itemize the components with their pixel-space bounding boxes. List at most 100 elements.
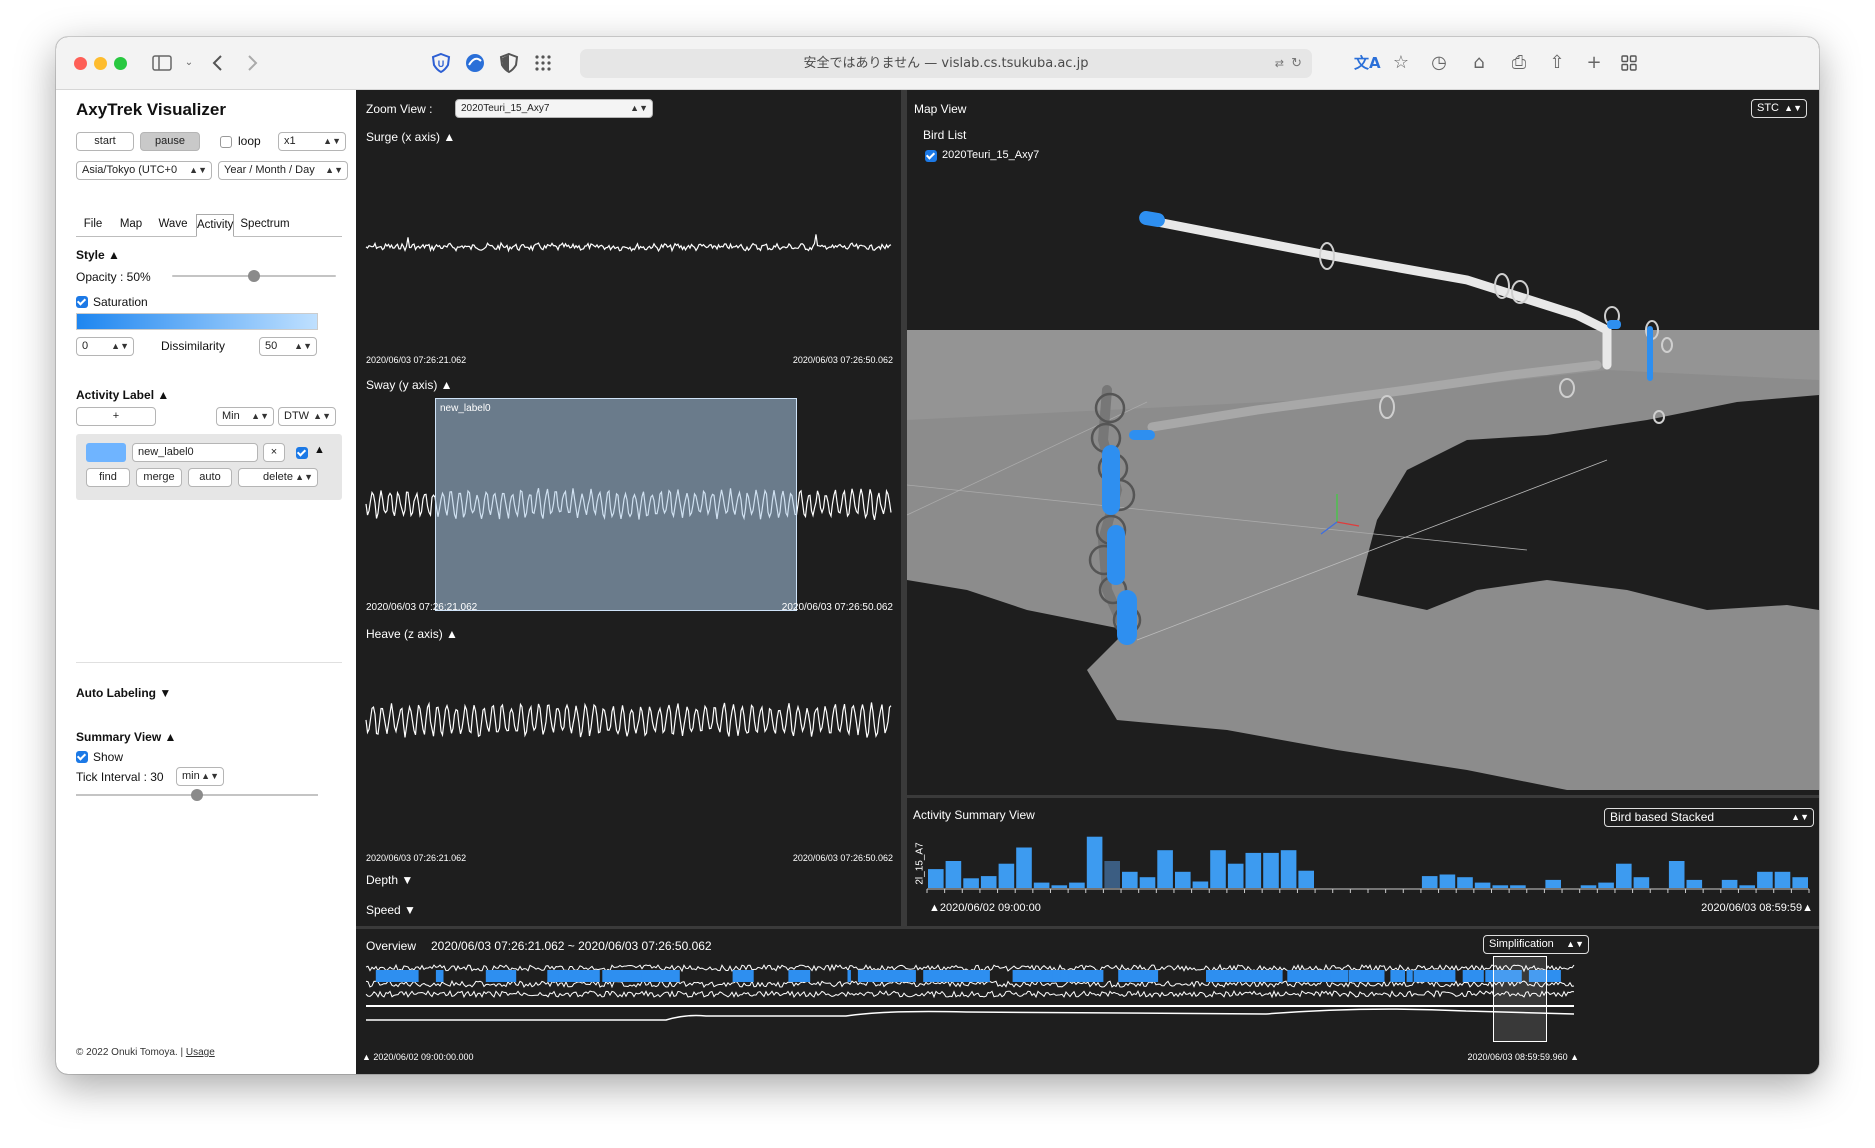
tab-wave[interactable]: Wave xyxy=(152,214,194,237)
summary-bar[interactable] xyxy=(1227,863,1244,888)
dissimilarity-max-input[interactable]: 50 ▲▼ xyxy=(259,337,317,356)
label-name-input[interactable]: new_label0 xyxy=(132,443,258,462)
summary-bar[interactable] xyxy=(1421,876,1438,888)
summary-mode-select[interactable]: Bird based Stacked ▲▼ xyxy=(1604,808,1814,827)
summary-bar[interactable] xyxy=(1069,882,1085,888)
summary-bar[interactable] xyxy=(928,869,944,888)
overview-activity-segment[interactable] xyxy=(604,970,646,982)
overview-activity-segment[interactable] xyxy=(732,970,754,982)
dissimilarity-min-input[interactable]: 0 ▲▼ xyxy=(76,337,134,356)
address-bar[interactable]: 安全ではありません — vislab.cs.tsukuba.ac.jp ⇄ ↻ xyxy=(580,49,1312,78)
tick-interval-slider-knob[interactable] xyxy=(191,789,203,801)
add-label-button[interactable]: + xyxy=(76,407,156,426)
print-icon[interactable]: ⎙ xyxy=(1508,51,1530,75)
summary-bar[interactable] xyxy=(1474,882,1491,888)
auto-button[interactable]: auto xyxy=(188,468,232,487)
overview-activity-segment[interactable] xyxy=(1068,970,1075,982)
summary-bar[interactable] xyxy=(1668,861,1685,888)
date-format-select[interactable]: Year / Month / Day ▲▼ xyxy=(218,161,348,180)
summary-bar[interactable] xyxy=(1192,881,1209,889)
style-heading[interactable]: Style ▲ xyxy=(76,248,120,262)
find-button[interactable]: find xyxy=(86,468,130,487)
summary-bar-chart[interactable] xyxy=(926,832,1810,893)
surge-title[interactable]: Surge (x axis) ▲ xyxy=(366,130,455,144)
summary-bar[interactable] xyxy=(1580,885,1597,888)
pause-button[interactable]: pause xyxy=(140,132,200,151)
app-icon[interactable] xyxy=(464,51,486,75)
summary-bar[interactable] xyxy=(980,876,997,888)
summary-bar[interactable] xyxy=(1598,882,1614,888)
summary-bar[interactable] xyxy=(1439,874,1456,889)
activity-label-heading[interactable]: Activity Label ▲ xyxy=(76,388,169,402)
overview-activity-segment[interactable] xyxy=(1217,970,1252,982)
summary-bar[interactable] xyxy=(1633,877,1650,888)
overview-activity-segment[interactable] xyxy=(375,970,415,982)
summary-bar[interactable] xyxy=(1016,847,1032,889)
tabs-overview-icon[interactable] xyxy=(1618,51,1640,75)
overview-activity-segment[interactable] xyxy=(1330,970,1334,982)
overview-activity-segment[interactable] xyxy=(1121,970,1130,982)
delete-button[interactable]: delete ▲▼ xyxy=(238,468,318,487)
summary-bar[interactable] xyxy=(1298,870,1314,888)
start-button[interactable]: start xyxy=(76,132,134,151)
show-summary-checkbox[interactable] xyxy=(76,751,88,763)
new-tab-icon[interactable]: + xyxy=(1583,51,1605,75)
overview-activity-segment[interactable] xyxy=(1390,970,1405,982)
summary-bar[interactable] xyxy=(1139,877,1156,888)
label-visible-checkbox[interactable] xyxy=(296,447,308,459)
overview-activity-segment[interactable] xyxy=(790,970,798,982)
opacity-slider[interactable] xyxy=(172,270,336,282)
overview-activity-segment[interactable] xyxy=(641,970,663,982)
speed-title[interactable]: Speed ▼ xyxy=(366,903,416,917)
summary-bar[interactable] xyxy=(1510,885,1526,888)
summary-bar[interactable] xyxy=(1545,879,1561,888)
overview-brush[interactable] xyxy=(1493,956,1547,1042)
method-select[interactable]: DTW ▲▼ xyxy=(278,407,336,426)
forward-icon[interactable] xyxy=(242,51,264,75)
minimize-window-button[interactable] xyxy=(94,57,107,70)
summary-view-heading[interactable]: Summary View ▲ xyxy=(76,730,176,744)
translate-icon[interactable]: 文A xyxy=(1354,51,1381,75)
label-collapse-icon[interactable]: ▲ xyxy=(314,444,325,456)
summary-bar[interactable] xyxy=(945,861,962,888)
summary-bar[interactable] xyxy=(1051,885,1068,888)
label-selection[interactable]: new_label0 xyxy=(435,398,797,611)
sway-title[interactable]: Sway (y axis) ▲ xyxy=(366,378,453,392)
overview-activity-segment[interactable] xyxy=(627,970,634,982)
close-window-button[interactable] xyxy=(74,57,87,70)
summary-bar[interactable] xyxy=(1686,879,1703,888)
summary-bar[interactable] xyxy=(1245,852,1262,888)
overview-mode-select[interactable]: Simplification ▲▼ xyxy=(1483,935,1589,954)
share-icon[interactable]: ⇧ xyxy=(1546,51,1568,75)
heave-waveform[interactable] xyxy=(365,645,892,845)
grid-icon[interactable] xyxy=(532,51,554,75)
overview-activity-segment[interactable] xyxy=(847,970,851,982)
summary-bar[interactable] xyxy=(1122,871,1138,888)
overview-activity-segment[interactable] xyxy=(1339,970,1347,982)
shield-icon[interactable]: U xyxy=(430,51,452,75)
overview-activity-segment[interactable] xyxy=(1406,970,1413,982)
summary-bar[interactable] xyxy=(1774,871,1791,888)
overview-activity-segment[interactable] xyxy=(1440,970,1456,982)
surge-waveform[interactable] xyxy=(365,147,892,317)
summary-bar[interactable] xyxy=(1210,850,1226,888)
opacity-slider-knob[interactable] xyxy=(248,270,260,282)
sidebar-icon[interactable] xyxy=(152,51,174,75)
summary-bar[interactable] xyxy=(1175,871,1191,888)
overview-activity-segment[interactable] xyxy=(560,970,578,982)
summary-bar[interactable] xyxy=(1739,885,1755,888)
summary-bar[interactable] xyxy=(1757,871,1773,888)
summary-bar[interactable] xyxy=(1457,877,1473,888)
overview-activity-segment[interactable] xyxy=(943,970,981,982)
overview-timeline[interactable] xyxy=(365,956,1575,1042)
chevron-down-icon[interactable]: ⌄ xyxy=(178,51,200,75)
summary-bar[interactable] xyxy=(1033,882,1050,888)
overview-activity-segment[interactable] xyxy=(1253,970,1281,982)
overview-activity-segment[interactable] xyxy=(435,970,444,982)
loop-checkbox[interactable] xyxy=(220,136,232,148)
map-mode-select[interactable]: STC ▲▼ xyxy=(1751,99,1807,118)
tab-file[interactable]: File xyxy=(76,214,110,237)
aggregation-select[interactable]: Min ▲▼ xyxy=(216,407,274,426)
summary-bar[interactable] xyxy=(1263,852,1279,888)
summary-bar[interactable] xyxy=(1157,850,1173,888)
